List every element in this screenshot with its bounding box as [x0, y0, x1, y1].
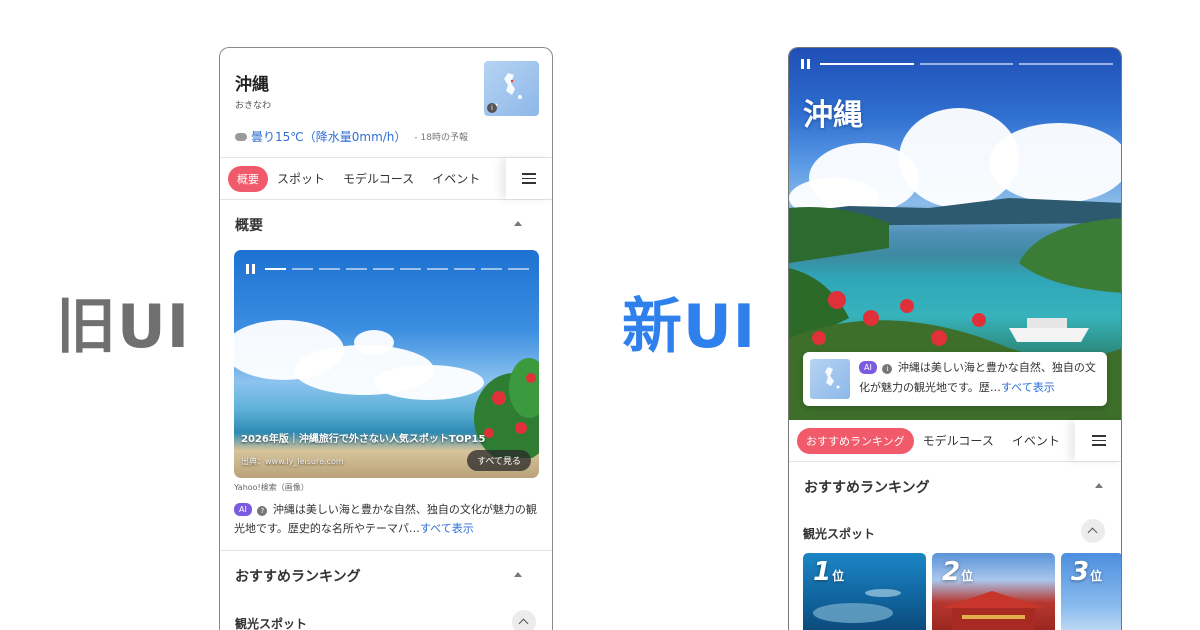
okinawa-map-icon: [825, 367, 840, 389]
ai-info-icon[interactable]: ?: [257, 506, 268, 516]
tab-bar: おすすめランキング モデルコース イベント: [789, 420, 1121, 462]
rank-card[interactable]: 2位: [932, 553, 1055, 630]
pause-icon[interactable]: [801, 59, 810, 69]
section-title: 概要: [235, 218, 263, 234]
collapse-caret-icon[interactable]: [514, 572, 522, 577]
map-thumbnail[interactable]: i: [484, 61, 539, 116]
cloud-icon: [235, 132, 247, 141]
place-header: 沖縄 おきなわ i 曇り15℃（降水量0mm/h） - 18時の予報: [220, 48, 552, 158]
weather-line: 曇り15℃（降水量0mm/h） - 18時の予報: [235, 128, 468, 145]
spots-label: 観光スポット: [235, 617, 308, 630]
ai-badge: AI: [859, 361, 877, 374]
list-menu-icon: [1092, 435, 1106, 446]
pause-icon[interactable]: [246, 264, 255, 274]
weather-text[interactable]: 曇り15℃（降水量0mm/h）: [251, 128, 406, 145]
rank-number: 1位: [813, 557, 845, 587]
tab-events[interactable]: イベント: [423, 170, 489, 187]
old-ui-phone: 沖縄 おきなわ i 曇り15℃（降水量0mm/h） - 18時の予報 概要 スポ…: [219, 47, 553, 630]
hero-image-carousel[interactable]: 2026年版｜沖縄旅行で外さない人気スポットTOP15 出典：www.ly_le…: [234, 250, 539, 478]
new-ui-phone: 沖縄 AI i 沖縄は美しい海と豊かな自然、独自の文化が魅力の観光地です。歴…す…: [788, 47, 1122, 630]
collapse-caret-icon[interactable]: [1095, 483, 1103, 488]
spots-label: 観光スポット: [803, 527, 876, 541]
tab-bar: 概要 スポット モデルコース イベント: [220, 158, 552, 200]
hero-caption[interactable]: 2026年版｜沖縄旅行で外さない人気スポットTOP15: [241, 430, 485, 445]
ai-badge: AI: [234, 503, 252, 516]
tab-model-course[interactable]: モデルコース: [914, 432, 1003, 449]
collapse-caret-icon[interactable]: [514, 221, 522, 226]
ai-summary: AI ? 沖縄は美しい海と豊かな自然、独自の文化が魅力の観光地です。歴史的な名所…: [234, 500, 539, 538]
hero-image-carousel[interactable]: 沖縄 AI i 沖縄は美しい海と豊かな自然、独自の文化が魅力の観光地です。歴…す…: [789, 48, 1121, 420]
comparison-stage: 旧UI 新UI 沖縄 おきなわ i 曇り15℃（降水量0mm/h） - 18時の…: [0, 0, 1200, 630]
rank-card[interactable]: 3位: [1061, 553, 1121, 630]
map-thumbnail[interactable]: [810, 359, 850, 399]
carousel-progress: [246, 264, 529, 274]
hero-source: 出典：www.ly_leisure.com: [241, 457, 344, 466]
new-ui-label: 新UI: [622, 292, 757, 362]
tab-overview[interactable]: 概要: [228, 165, 268, 192]
info-icon[interactable]: i: [487, 103, 497, 113]
rank-card[interactable]: 1位: [803, 553, 926, 630]
image-credit[interactable]: Yahoo!検索（画像）: [234, 482, 309, 493]
tab-events[interactable]: イベント: [1003, 432, 1069, 449]
ranking-section-header[interactable]: おすすめランキング: [220, 551, 552, 599]
ai-summary-text: 沖縄は美しい海と豊かな自然、独自の文化が魅力の観光地です。歴…: [859, 361, 1096, 394]
rank-number: 2位: [942, 557, 974, 587]
chevron-up-icon: [518, 618, 529, 629]
ai-summary: AI i 沖縄は美しい海と豊かな自然、独自の文化が魅力の観光地です。歴…すべて表…: [859, 358, 1099, 398]
tab-spots[interactable]: スポット: [268, 170, 334, 187]
overview-section-header[interactable]: 概要: [220, 200, 552, 248]
tab-ranking[interactable]: おすすめランキング: [797, 427, 914, 454]
ai-show-all-link[interactable]: すべて表示: [1001, 381, 1055, 394]
ranking-title: おすすめランキング: [804, 480, 930, 496]
forecast-time: - 18時の予報: [414, 133, 468, 143]
ai-show-all-link[interactable]: すべて表示: [420, 522, 474, 535]
list-menu-icon: [522, 173, 536, 184]
tab-menu-button[interactable]: [506, 158, 552, 199]
place-reading: おきなわ: [235, 101, 272, 111]
ai-summary-text: 沖縄は美しい海と豊かな自然、独自の文化が魅力の観光地です。歴史的な名所やテーマパ…: [234, 503, 537, 535]
see-all-button[interactable]: すべて見る: [466, 450, 531, 471]
spots-toggle-button[interactable]: [1081, 519, 1105, 543]
place-title: 沖縄: [235, 75, 269, 95]
chevron-up-icon: [1087, 527, 1098, 538]
ranking-section-header[interactable]: おすすめランキング: [789, 462, 1121, 510]
place-title: 沖縄: [803, 98, 863, 133]
carousel-progress: [801, 59, 1114, 69]
tab-menu-button[interactable]: [1075, 420, 1121, 461]
tab-model-course[interactable]: モデルコース: [334, 170, 423, 187]
ranking-title: おすすめランキング: [235, 569, 361, 585]
rank-number: 3位: [1071, 557, 1103, 587]
old-ui-label: 旧UI: [56, 292, 191, 362]
spots-toggle-button[interactable]: [512, 610, 536, 630]
ai-info-icon[interactable]: i: [882, 364, 893, 374]
ai-summary-card[interactable]: AI i 沖縄は美しい海と豊かな自然、独自の文化が魅力の観光地です。歴…すべて表…: [803, 352, 1107, 406]
